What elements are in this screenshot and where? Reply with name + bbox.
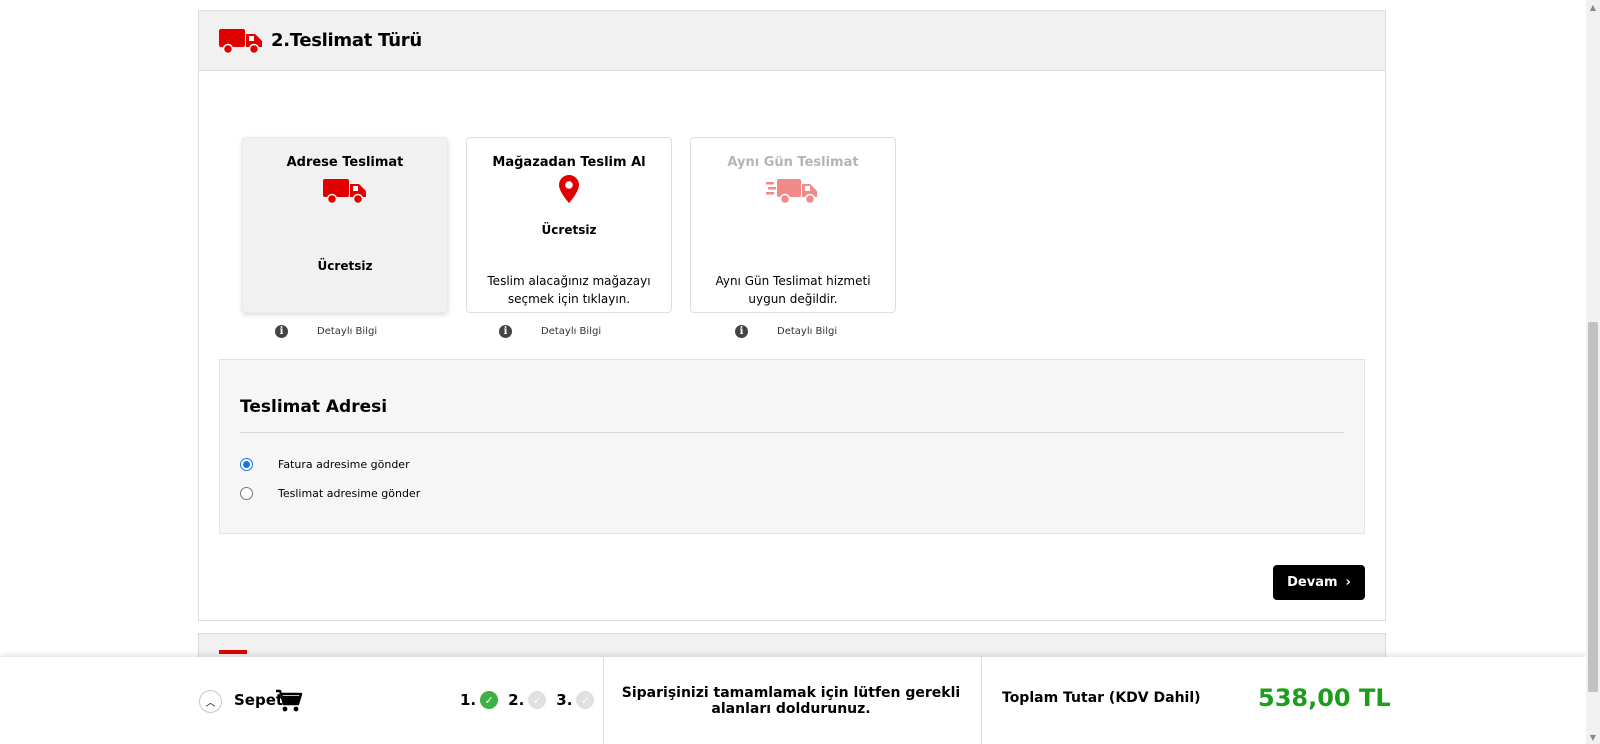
required-fields-message: Siparişinizi tamamlamak için lütfen gere… — [621, 685, 961, 717]
page-scrollbar[interactable]: ▲ ▼ — [1586, 0, 1600, 744]
chevron-up-icon: ︿ — [205, 698, 216, 709]
divider — [240, 432, 1344, 433]
location-pin-icon — [559, 175, 579, 203]
option-price: Ücretsiz — [541, 223, 597, 237]
check-icon: ✓ — [576, 691, 595, 709]
option-address-delivery[interactable]: Adrese Teslimat Ücretsiz — [242, 137, 448, 313]
scroll-down-arrow-icon[interactable]: ▼ — [1586, 730, 1600, 744]
radio-button[interactable] — [240, 487, 253, 500]
delivery-address-panel: Teslimat Adresi Fatura adresime gönder T… — [219, 359, 1365, 534]
continue-button[interactable]: Devam › — [1273, 565, 1365, 600]
continue-label: Devam — [1287, 575, 1338, 590]
option-info-link[interactable]: i Detaylı Bilgi — [499, 325, 601, 338]
radio-button[interactable] — [240, 458, 253, 471]
shopping-cart-icon — [276, 689, 303, 712]
step-label: 3. — [556, 691, 573, 709]
option-description: Aynı Gün Teslimat hizmeti uygun değildir… — [715, 274, 871, 306]
expand-cart-button[interactable]: ︿ — [199, 690, 222, 713]
info-icon: i — [499, 325, 512, 338]
truck-icon — [219, 28, 262, 54]
step-label: 2. — [508, 691, 525, 709]
option-price: Ücretsiz — [317, 259, 373, 273]
scrollbar-thumb[interactable] — [1588, 322, 1598, 692]
radio-shipping-address[interactable]: Teslimat adresime gönder — [240, 487, 420, 500]
check-icon: ✓ — [480, 691, 499, 709]
info-label: Detaylı Bilgi — [541, 326, 602, 337]
option-title: Aynı Gün Teslimat — [727, 155, 859, 170]
fast-truck-icon — [766, 179, 817, 205]
delivery-type-header: 2.Teslimat Türü — [199, 11, 1385, 71]
info-icon: i — [735, 325, 748, 338]
step-2: 2. ✓ — [508, 691, 547, 709]
option-store-pickup[interactable]: Mağazadan Teslim Al Ücretsiz Teslim alac… — [466, 137, 672, 313]
step-3: 3. ✓ — [556, 691, 595, 709]
total-value: 538,00 TL — [1258, 684, 1391, 712]
radio-label: Teslimat adresime gönder — [278, 487, 421, 500]
step-label: 1. — [460, 691, 477, 709]
info-label: Detaylı Bilgi — [317, 326, 378, 337]
option-info-link[interactable]: i Detaylı Bilgi — [275, 325, 377, 338]
address-title: Teslimat Adresi — [240, 397, 388, 417]
check-icon: ✓ — [528, 691, 547, 709]
step-1: 1. ✓ — [460, 691, 499, 709]
section-title: 2.Teslimat Türü — [271, 30, 422, 51]
scroll-up-arrow-icon[interactable]: ▲ — [1586, 0, 1600, 14]
total-label: Toplam Tutar (KDV Dahil) — [1002, 690, 1201, 706]
info-label: Detaylı Bilgi — [777, 326, 838, 337]
checkout-steps: 1. ✓ 2. ✓ 3. ✓ — [460, 691, 595, 709]
info-icon: i — [275, 325, 288, 338]
truck-icon — [323, 179, 366, 205]
option-info-link[interactable]: i Detaylı Bilgi — [735, 325, 837, 338]
option-title: Mağazadan Teslim Al — [492, 155, 646, 170]
radio-label: Fatura adresime gönder — [278, 458, 410, 471]
divider — [981, 657, 982, 744]
section-icon — [219, 650, 247, 654]
option-same-day-delivery: Aynı Gün Teslimat Aynı Gün Teslimat hizm… — [690, 137, 896, 313]
order-summary-bar: ︿ Sepet 1. ✓ 2. ✓ 3. ✓ Siparişinizi tama… — [0, 657, 1586, 744]
option-description: Teslim alacağınız mağazayı seçmek için t… — [487, 274, 651, 306]
option-title: Adrese Teslimat — [286, 155, 404, 170]
checkout-page: 2.Teslimat Türü Adrese Teslimat Ücretsiz… — [0, 0, 1600, 744]
chevron-right-icon: › — [1345, 575, 1351, 590]
radio-billing-address[interactable]: Fatura adresime gönder — [240, 458, 410, 471]
